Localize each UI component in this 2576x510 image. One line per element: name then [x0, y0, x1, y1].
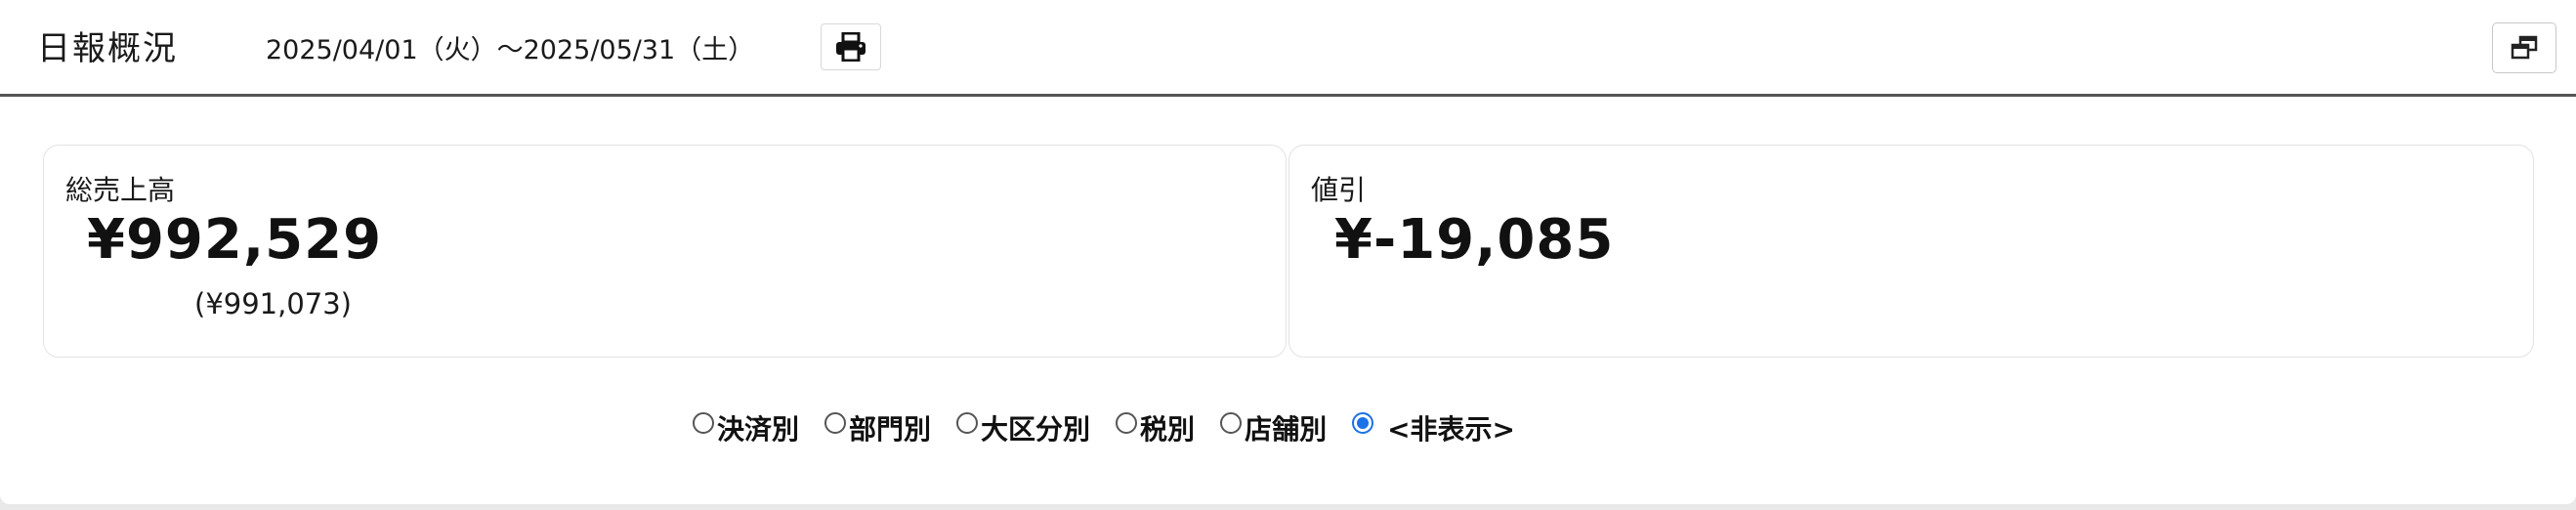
radio-label: 部門別: [849, 413, 932, 446]
restore-window-button[interactable]: [2492, 22, 2556, 73]
radio-label: 店舗別: [1245, 413, 1328, 446]
gross-sales-label: 総売上高: [65, 174, 176, 206]
radio-button[interactable]: [824, 412, 847, 434]
radio-button[interactable]: [1116, 412, 1138, 434]
gross-sales-subvalue: (¥991,073): [194, 287, 353, 320]
page-title: 日報概況: [37, 29, 178, 68]
restore-window-icon: [2511, 35, 2538, 60]
radio-label: 決済別: [717, 413, 800, 446]
discount-label: 値引: [1311, 174, 1367, 206]
report-header: 日報概況 2025/04/01（火）～2025/05/31（土）: [0, 0, 2576, 97]
gross-sales-value: ¥992,529: [87, 208, 383, 272]
radio-button[interactable]: [956, 412, 979, 434]
date-range: 2025/04/01（火）～2025/05/31（土）: [266, 35, 755, 65]
discount-card: 値引 ¥-19,085: [1288, 145, 2534, 358]
discount-value: ¥-19,085: [1334, 208, 1615, 272]
gross-sales-card: 総売上高 ¥992,529 (¥991,073): [43, 145, 1287, 358]
radio-option-department[interactable]: 部門別: [824, 408, 931, 447]
radio-button-checked[interactable]: [1352, 412, 1374, 434]
radio-option-store[interactable]: 店舗別: [1220, 408, 1327, 447]
radio-option-tax[interactable]: 税別: [1116, 408, 1195, 447]
radio-button[interactable]: [1220, 412, 1243, 434]
radio-button[interactable]: [693, 412, 714, 434]
print-button[interactable]: [821, 23, 881, 70]
report-panel: 日報概況 2025/04/01（火）～2025/05/31（土） 総売上高 ¥9…: [0, 0, 2576, 504]
radio-option-hidden[interactable]: <非表示>: [1352, 408, 1515, 447]
breakdown-radio-group: 決済別 部門別 大区分別 税別 店舗別 <非表示>: [693, 408, 1541, 447]
radio-label: 大区分別: [981, 413, 1091, 446]
radio-label: 税別: [1140, 413, 1196, 446]
radio-option-payment[interactable]: 決済別: [693, 408, 799, 447]
radio-option-category[interactable]: 大区分別: [956, 408, 1090, 447]
printer-icon: [836, 32, 866, 62]
radio-label: <非表示>: [1387, 413, 1516, 446]
